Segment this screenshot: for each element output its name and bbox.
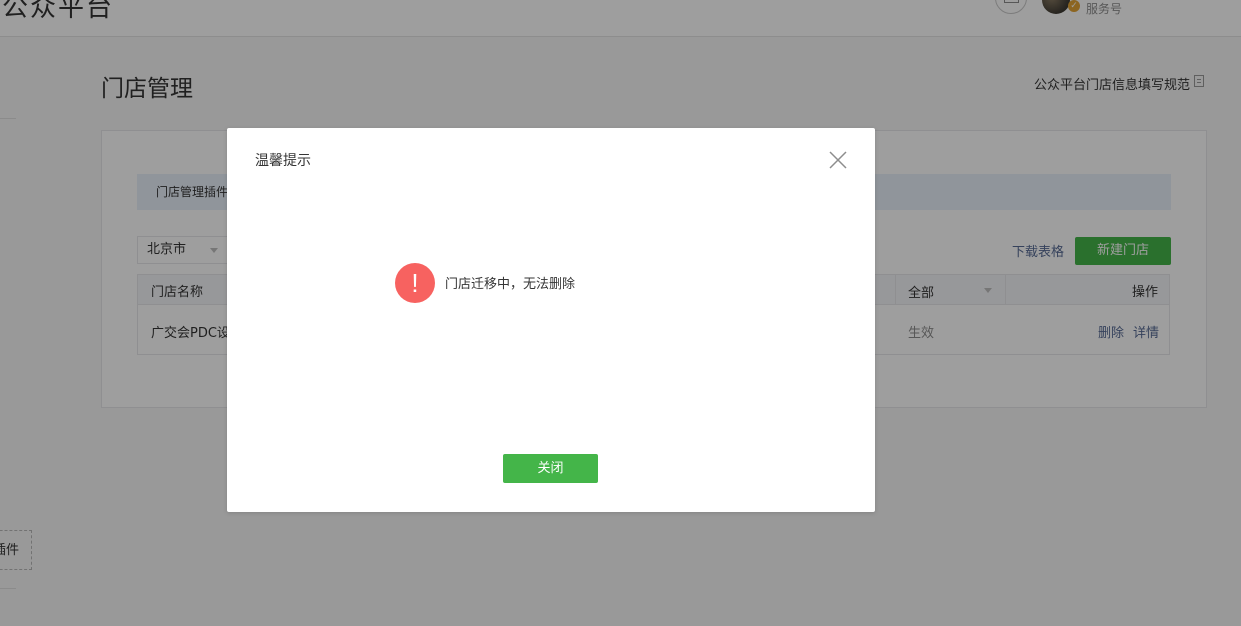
close-button[interactable]: 关闭: [503, 454, 598, 483]
dialog-message: 门店迁移中，无法删除: [445, 277, 576, 292]
alert-dialog: 温馨提示 ! 门店迁移中，无法删除 关闭: [227, 128, 875, 512]
dialog-title: 温馨提示: [255, 153, 311, 169]
warning-icon: !: [395, 263, 435, 303]
close-icon[interactable]: [826, 148, 850, 172]
